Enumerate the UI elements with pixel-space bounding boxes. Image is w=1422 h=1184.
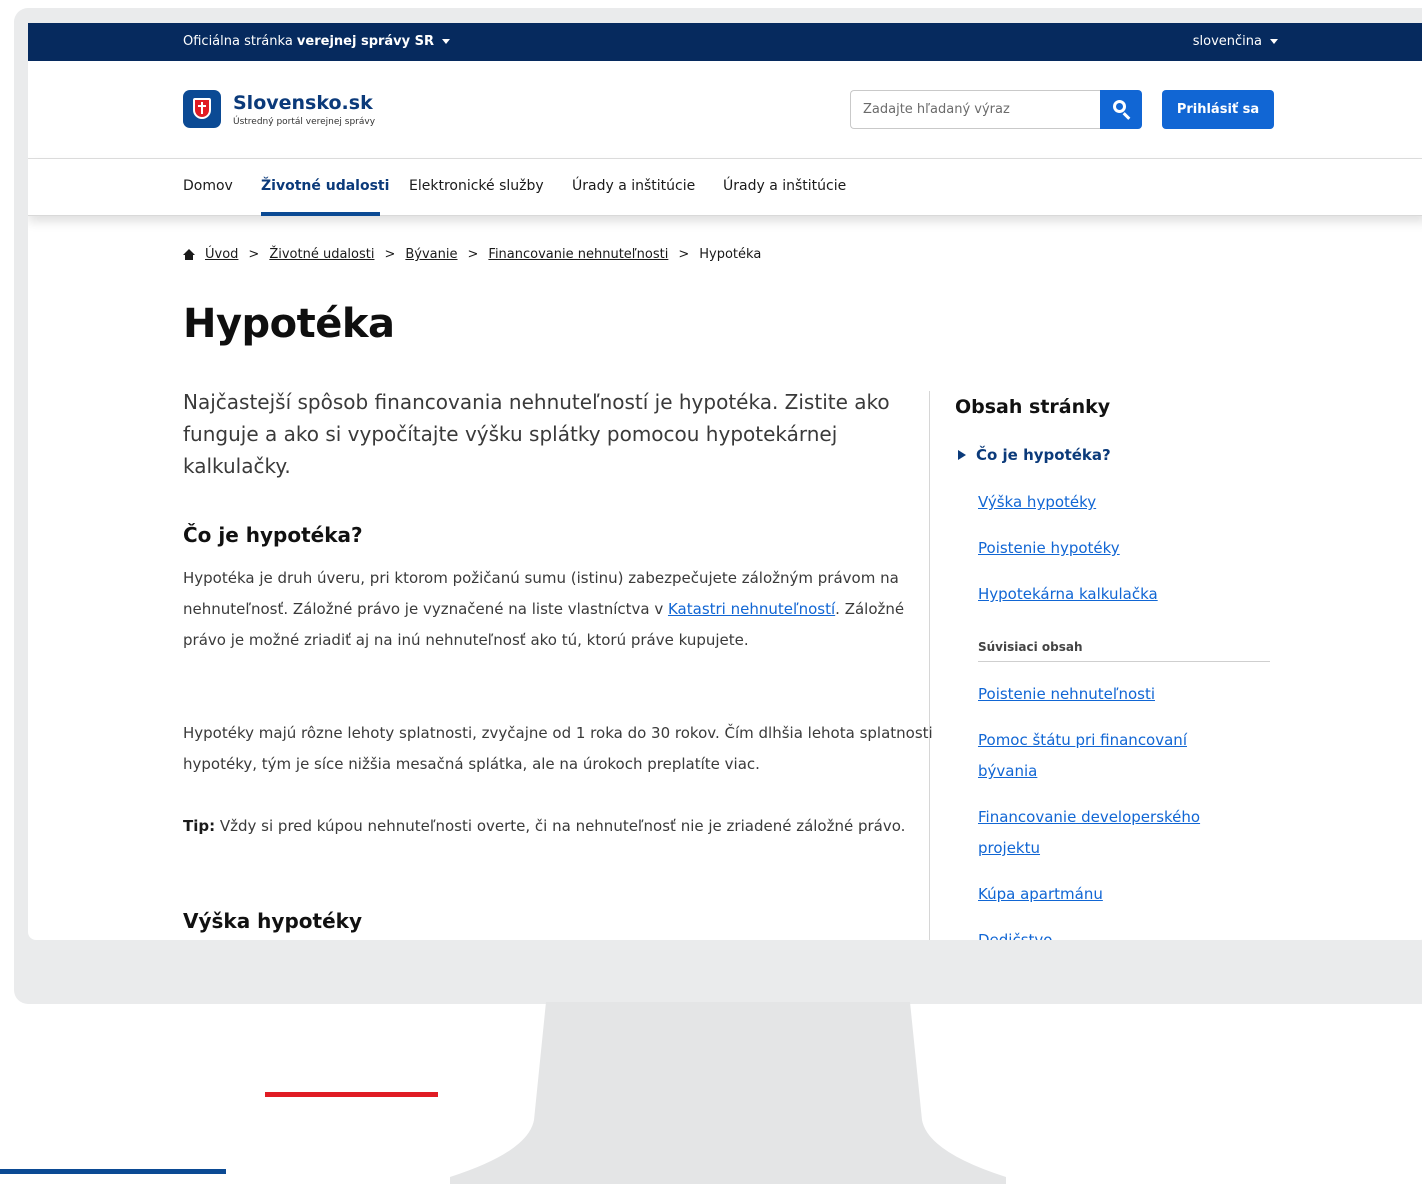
browser-screen: Oficiálna stránka verejnej správy SR slo… bbox=[28, 23, 1422, 940]
tip-label: Tip: bbox=[183, 817, 216, 835]
toc-title: Obsah stránky bbox=[955, 396, 1111, 418]
paragraph-tip: Tip: Vždy si pred kúpou nehnuteľnosti ov… bbox=[183, 811, 933, 842]
nav-item-urady-2[interactable]: Úrady a inštitúcie bbox=[723, 178, 846, 194]
breadcrumb-link-uvod[interactable]: Úvod bbox=[205, 247, 238, 262]
coat-of-arms-logo[interactable] bbox=[183, 90, 221, 128]
nav-item-zivotne-udalosti[interactable]: Životné udalosti bbox=[261, 178, 389, 194]
related-link-kupa-apartmanu[interactable]: Kúpa apartmánu bbox=[978, 879, 1238, 910]
related-link-dedicstvo[interactable]: Dedičstvo bbox=[978, 925, 1238, 940]
search-icon bbox=[1113, 100, 1126, 113]
breadcrumb: Úvod > Životné udalosti > Bývanie > Fina… bbox=[183, 247, 761, 262]
paragraph-1: Hypotéka je druh úveru, pri ktorom požič… bbox=[183, 563, 933, 656]
nav-item-domov[interactable]: Domov bbox=[183, 178, 233, 194]
chevron-right-icon: > bbox=[248, 247, 260, 262]
monitor-stand bbox=[450, 1002, 1006, 1184]
tip-text: Vždy si pred kúpou nehnuteľnosti overte,… bbox=[215, 817, 906, 835]
toc-current-label: Čo je hypotéka? bbox=[976, 446, 1111, 464]
nav-item-urady[interactable]: Úrady a inštitúcie bbox=[572, 178, 695, 194]
breadcrumb-current: Hypotéka bbox=[699, 247, 762, 262]
official-site-bold: verejnej správy SR bbox=[296, 34, 435, 49]
toc-link-vyska-hypoteky[interactable]: Výška hypotéky bbox=[978, 487, 1238, 518]
language-selector[interactable]: slovenčina bbox=[1193, 34, 1278, 49]
caret-down-icon bbox=[442, 39, 451, 44]
triangle-right-icon bbox=[958, 450, 966, 460]
toc-link-hypotekarna-kalkulacka[interactable]: Hypotekárna kalkulačka bbox=[978, 579, 1238, 610]
section-heading-vyska-hypoteky: Výška hypotéky bbox=[183, 909, 362, 933]
search-button[interactable] bbox=[1100, 90, 1142, 129]
toc-item-current[interactable]: Čo je hypotéka? bbox=[958, 446, 1111, 464]
related-content-heading: Súvisiaci obsah bbox=[978, 640, 1270, 662]
related-link-poistenie-nehnutelnosti[interactable]: Poistenie nehnuteľnosti bbox=[978, 679, 1238, 710]
nav-item-elektronicke-sluzby[interactable]: Elektronické služby bbox=[409, 178, 544, 194]
gov-bar: Oficiálna stránka verejnej správy SR slo… bbox=[28, 23, 1422, 61]
shield-icon bbox=[193, 98, 211, 119]
home-icon bbox=[183, 249, 195, 260]
related-link-pomoc-statu[interactable]: Pomoc štátu pri financovaní bývania bbox=[978, 725, 1238, 787]
breadcrumb-link-zivotne-udalosti[interactable]: Životné udalosti bbox=[269, 247, 374, 262]
breadcrumb-link-financovanie[interactable]: Financovanie nehnuteľnosti bbox=[488, 247, 668, 262]
katastri-link[interactable]: Katastri nehnuteľností bbox=[668, 600, 835, 618]
decorative-blue-line bbox=[0, 1169, 226, 1174]
nav-active-indicator bbox=[261, 212, 380, 216]
related-link-financovanie-developerskeho[interactable]: Financovanie developerského projektu bbox=[978, 802, 1238, 864]
paragraph-2: Hypotéky majú rôzne lehoty splatnosti, z… bbox=[183, 724, 933, 773]
official-site-prefix: Oficiálna stránka bbox=[183, 34, 297, 49]
main-nav: Domov Životné udalosti Elektronické služ… bbox=[28, 159, 1422, 216]
breadcrumb-link-byvanie[interactable]: Bývanie bbox=[405, 247, 457, 262]
search-input[interactable]: Zadajte hľadaný výraz bbox=[850, 90, 1102, 129]
lead-paragraph: Najčastejší spôsob financovania nehnuteľ… bbox=[183, 390, 890, 478]
language-label: slovenčina bbox=[1192, 34, 1262, 49]
chevron-right-icon: > bbox=[467, 247, 479, 262]
section-heading-co-je-hypoteka: Čo je hypotéka? bbox=[183, 523, 363, 547]
sidebar-divider bbox=[929, 391, 930, 940]
site-header: Slovensko.sk Ústredný portál verejnej sp… bbox=[28, 61, 1422, 159]
login-button[interactable]: Prihlásiť sa bbox=[1162, 90, 1274, 129]
chevron-right-icon: > bbox=[678, 247, 690, 262]
toc-link-poistenie-hypoteky[interactable]: Poistenie hypotéky bbox=[978, 533, 1238, 564]
official-site-toggle[interactable]: Oficiálna stránka verejnej správy SR bbox=[183, 34, 451, 49]
logo-title[interactable]: Slovensko.sk bbox=[233, 92, 373, 114]
logo-subtitle: Ústredný portál verejnej správy bbox=[233, 117, 376, 127]
caret-down-icon bbox=[1270, 39, 1278, 44]
chevron-right-icon: > bbox=[384, 247, 396, 262]
page-title: Hypotéka bbox=[183, 301, 395, 347]
decorative-red-line bbox=[265, 1092, 438, 1097]
